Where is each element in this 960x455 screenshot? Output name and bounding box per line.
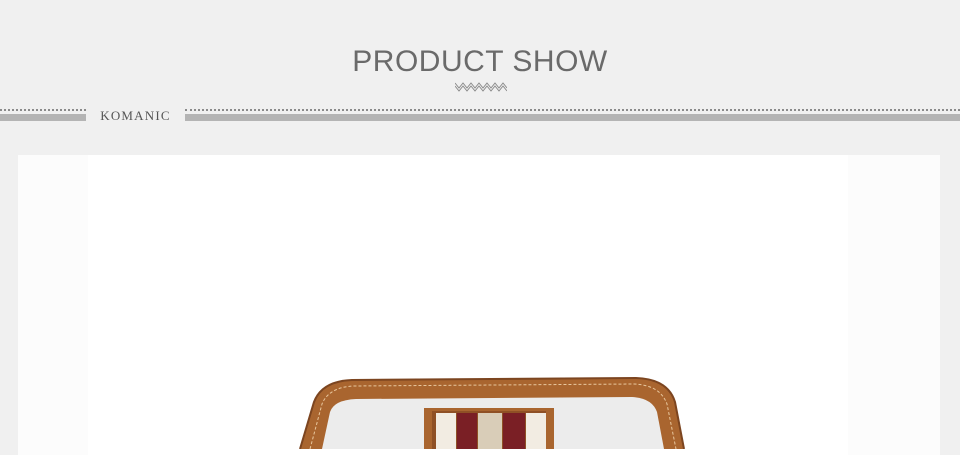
product-image (299, 376, 685, 449)
